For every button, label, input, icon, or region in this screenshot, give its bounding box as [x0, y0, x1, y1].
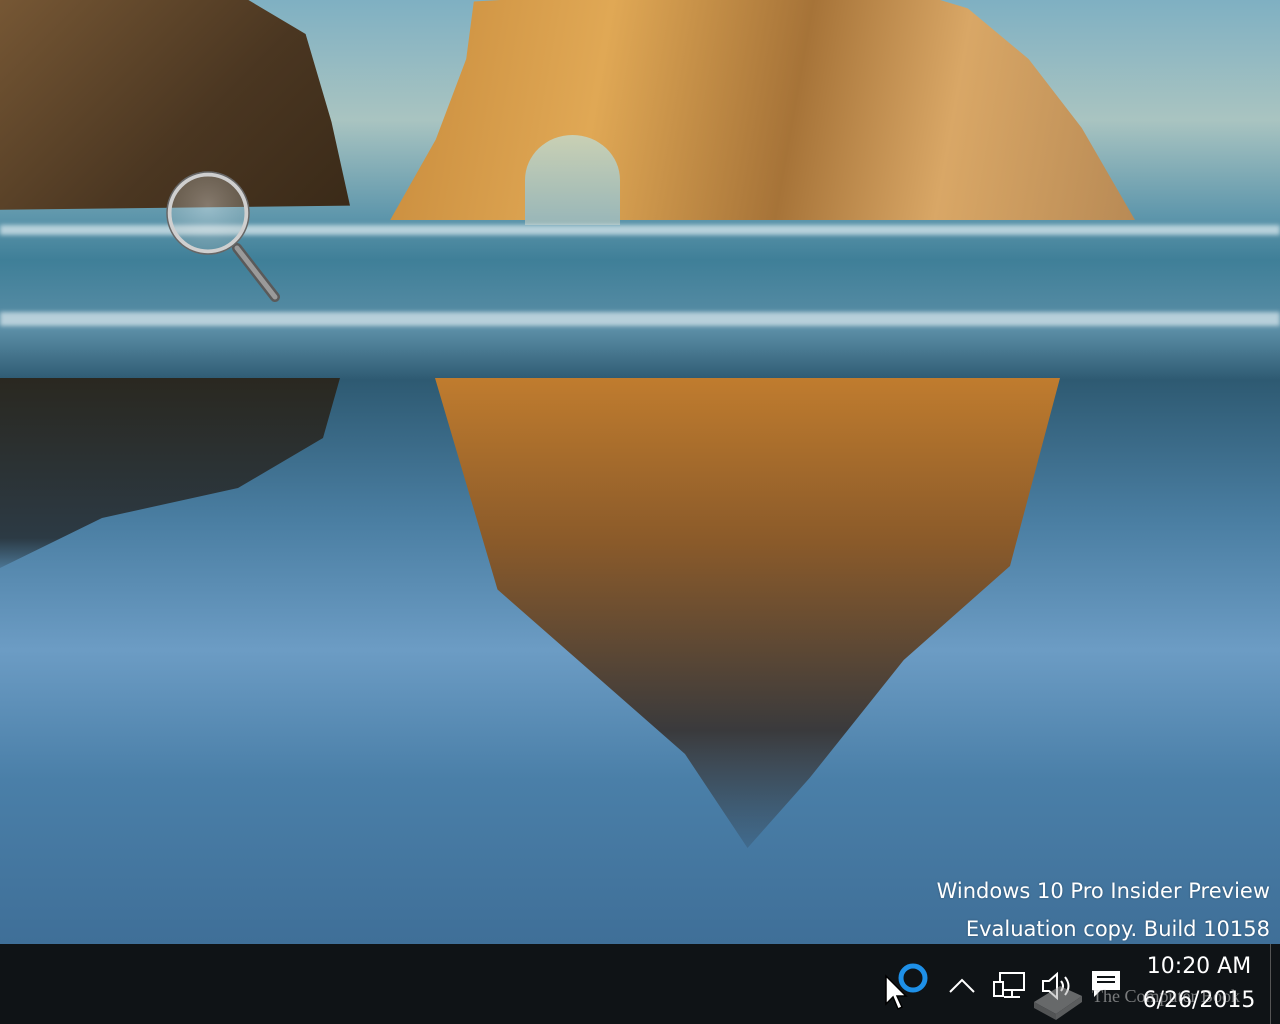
- taskbar: 10:20 AM 6/26/2015: [0, 944, 1280, 1024]
- desktop-wallpaper: Windows 10 Pro Insider Preview Evaluatio…: [0, 0, 1280, 944]
- clock-time: 10:20 AM: [1146, 954, 1252, 979]
- rock-arch-opening: [525, 135, 620, 225]
- chevron-up-icon[interactable]: [945, 970, 979, 1000]
- network-icon[interactable]: [990, 968, 1030, 1004]
- windows-evaluation-watermark: Windows 10 Pro Insider Preview Evaluatio…: [937, 872, 1270, 944]
- left-rock-reflection: [0, 378, 340, 568]
- arch-rock-reflection: [435, 378, 1060, 848]
- site-watermark: The Computer Book: [1092, 986, 1240, 1006]
- mouse-cursor-icon: [885, 974, 908, 1011]
- watermark-edition: Windows 10 Pro Insider Preview: [936, 879, 1270, 903]
- surf-line-near: [0, 312, 1280, 326]
- taskbar-clock[interactable]: 10:20 AM 6/26/2015: [1136, 950, 1262, 1018]
- magnifier-icon[interactable]: [165, 170, 285, 305]
- book-logo-icon: [1034, 986, 1082, 1020]
- show-desktop-button[interactable]: [1270, 944, 1280, 1024]
- arch-rock-formation: [390, 0, 1135, 220]
- watermark-build: Evaluation copy. Build 10158: [965, 917, 1270, 941]
